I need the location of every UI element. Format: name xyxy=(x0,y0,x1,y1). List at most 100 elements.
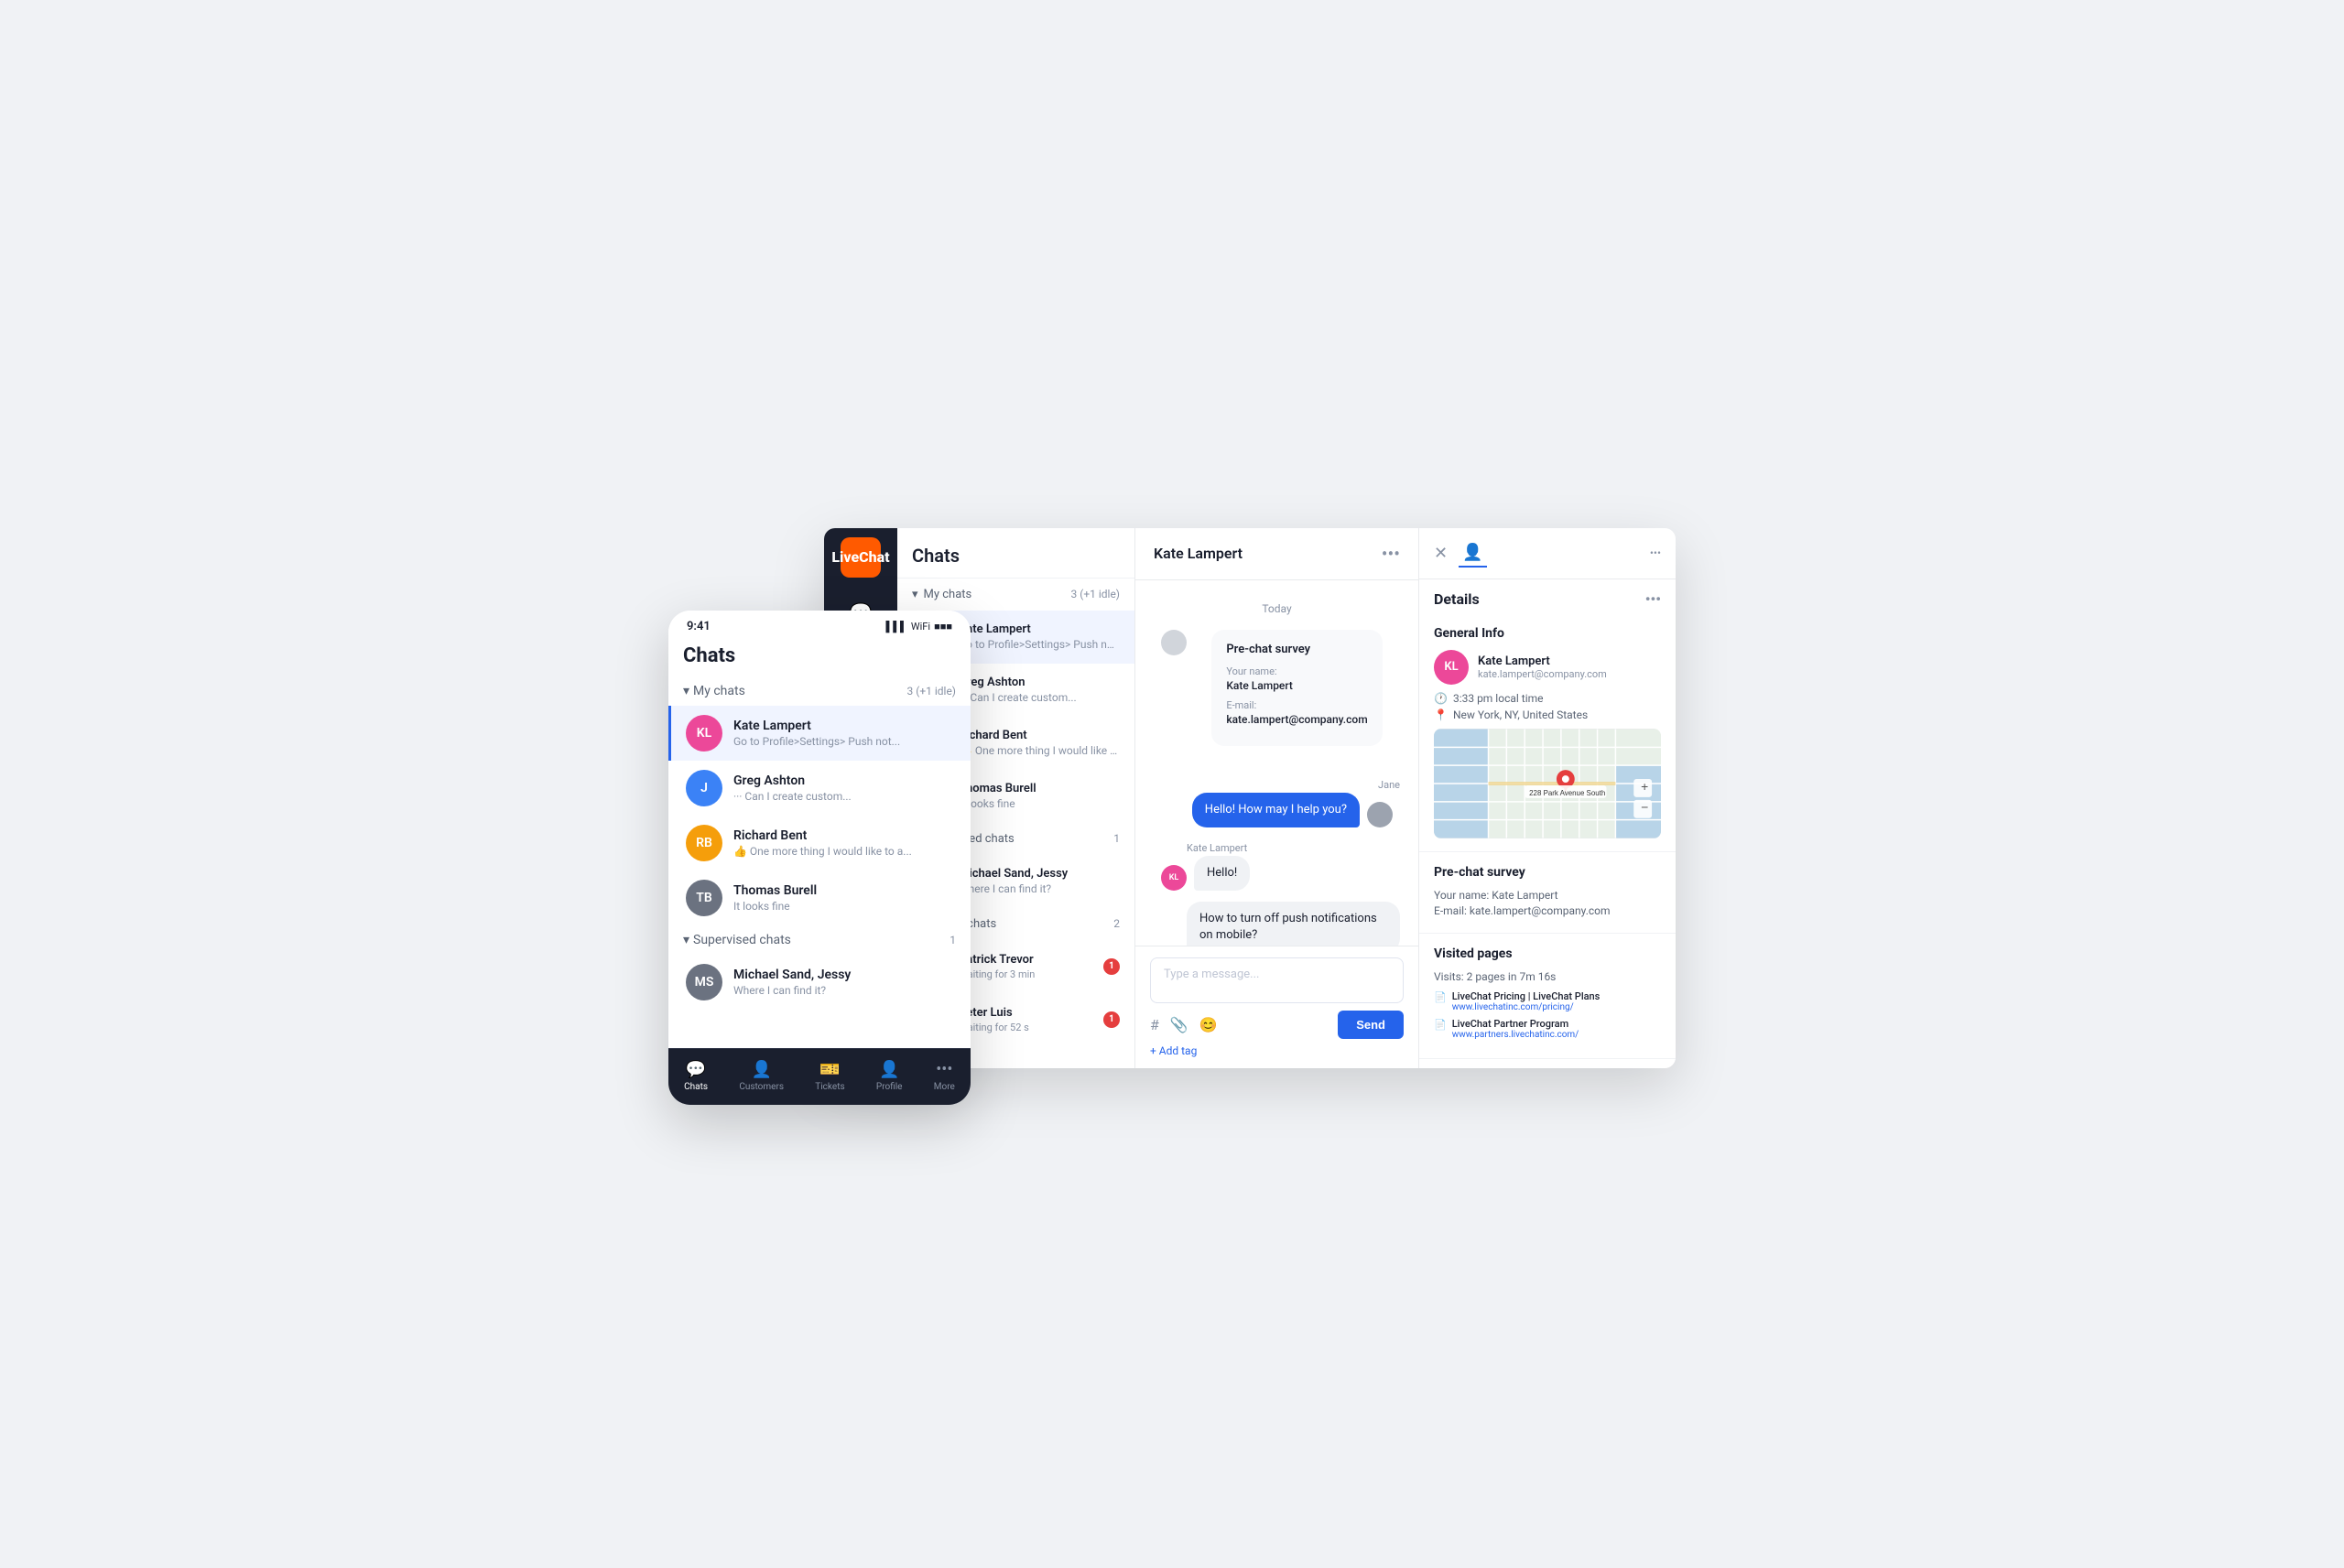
mobile-nav-profile[interactable]: 👤 Profile xyxy=(869,1056,910,1096)
mobile-profile-icon: 👤 xyxy=(879,1060,899,1079)
chat-name-kate: Kate Lampert xyxy=(959,622,1120,636)
map-container: 228 Park Avenue South + − xyxy=(1434,729,1661,838)
chat-preview-michael: Where I can find it? xyxy=(959,882,1120,895)
mobile-chat-preview-kate: Go to Profile>Settings> Push not... xyxy=(733,735,956,748)
chat-preview-richard: 👍 One more thing I would like to a... xyxy=(959,744,1120,757)
details-title: Details xyxy=(1434,590,1480,608)
attachment-icon[interactable]: 📎 xyxy=(1170,1016,1188,1033)
mobile-chats-icon: 💬 xyxy=(686,1060,706,1079)
mobile-chat-item-kate[interactable]: KL Kate Lampert Go to Profile>Settings> … xyxy=(668,706,971,761)
mobile-chat-name-kate: Kate Lampert xyxy=(733,719,956,733)
details-more-icon[interactable]: ••• xyxy=(1645,590,1661,608)
page-url-2[interactable]: www.partners.livechatinc.com/ xyxy=(1452,1030,1579,1040)
user-tab-icon[interactable]: 👤 xyxy=(1459,539,1486,568)
mobile-nav-more[interactable]: ••• More xyxy=(927,1056,962,1096)
general-info-name: Kate Lampert xyxy=(1478,654,1607,668)
visited-pages-title: Visited pages xyxy=(1434,946,1661,961)
visits-info: Visits: 2 pages in 7m 16s xyxy=(1434,970,1661,983)
chat-name-patrick: Patrick Trevor xyxy=(959,953,1103,967)
general-info-email: kate.lampert@company.com xyxy=(1478,668,1607,680)
survey-title: Pre-chat survey xyxy=(1226,643,1367,656)
chat-input-area: Type a message... # 📎 😊 Send + Add tag xyxy=(1135,946,1418,1068)
mobile-nav-tickets-label: Tickets xyxy=(815,1082,844,1092)
general-info-title: General Info xyxy=(1434,626,1661,641)
details-options[interactable]: ••• xyxy=(1650,546,1661,559)
msg-bubble-1: Hello! How may I help you? xyxy=(1192,793,1360,827)
my-chats-chevron: ▾ xyxy=(912,588,918,601)
msg-bubble-2: Hello! xyxy=(1194,856,1250,891)
survey-name-label: Your name: xyxy=(1226,665,1367,677)
hashtag-icon[interactable]: # xyxy=(1150,1016,1159,1033)
chat-preview-peter: Waiting for 52 s xyxy=(959,1022,1103,1033)
mobile-nav-tickets[interactable]: 🎫 Tickets xyxy=(808,1056,852,1096)
local-time-row: 🕐 3:33 pm local time xyxy=(1434,692,1661,705)
customer-avatar-1: KL xyxy=(1161,865,1187,891)
local-time-value: 3:33 pm local time xyxy=(1453,692,1544,705)
chat-main: Kate Lampert ••• Today Pre-chat survey Y… xyxy=(1135,528,1419,1068)
mobile-nav-chats[interactable]: 💬 Chats xyxy=(677,1056,715,1096)
send-button[interactable]: Send xyxy=(1338,1011,1404,1039)
mobile-time: 9:41 xyxy=(687,620,711,633)
chat-name-michael: Michael Sand, Jessy xyxy=(959,867,1120,881)
mobile-my-chats-count: 3 (+1 idle) xyxy=(906,685,956,697)
mobile-my-chats-label: My chats xyxy=(693,684,745,698)
mobile-status-bar: 9:41 ▌▌▌ WiFi ■■■ xyxy=(668,611,971,639)
agent-avatar-1 xyxy=(1367,802,1393,827)
prechat-name-label: Your name: xyxy=(1434,889,1492,902)
add-tag-link[interactable]: + Add tag xyxy=(1150,1044,1404,1057)
badge-peter: 1 xyxy=(1103,1011,1120,1028)
my-chats-label: My chats xyxy=(924,588,972,601)
chats-panel-title: Chats xyxy=(897,528,1134,579)
message-input[interactable]: Type a message... xyxy=(1150,957,1404,1003)
mobile-chats-title: Chats xyxy=(668,639,971,676)
message-row-2: KL Hello! xyxy=(1154,856,1400,891)
prechat-avatar xyxy=(1161,630,1187,655)
mobile-nav-customers[interactable]: 👤 Customers xyxy=(732,1056,791,1096)
mobile-supervised-header[interactable]: ▾ Supervised chats 1 xyxy=(668,925,971,955)
mobile-chat-preview-thomas: It looks fine xyxy=(733,900,956,913)
mobile-avatar-greg: J xyxy=(686,770,722,806)
chat-options-button[interactable]: ••• xyxy=(1382,543,1400,565)
scene: 9:41 ▌▌▌ WiFi ■■■ Chats ▾ My chats 3 (+1… xyxy=(668,501,1676,1068)
prechat-name-row: Your name: Kate Lampert xyxy=(1434,889,1661,902)
survey-card: Pre-chat survey Your name: Kate Lampert … xyxy=(1211,630,1382,746)
mobile-supervised-label: Supervised chats xyxy=(693,933,791,947)
page-icon-1: 📄 xyxy=(1434,991,1447,1003)
chat-name-thomas: Thomas Burell xyxy=(959,782,1120,795)
mobile-avatar-kate: KL xyxy=(686,715,722,752)
chat-header: Kate Lampert ••• xyxy=(1135,528,1418,580)
page-title-2: LiveChat Partner Program xyxy=(1452,1018,1579,1030)
chat-name-richard: Richard Bent xyxy=(959,729,1120,742)
location-value: New York, NY, United States xyxy=(1453,708,1588,721)
emoji-icon[interactable]: 😊 xyxy=(1199,1016,1218,1033)
app-logo: LiveChat xyxy=(841,537,881,578)
mobile-nav-chats-label: Chats xyxy=(684,1082,708,1092)
mobile-my-chats-header[interactable]: ▾ My chats 3 (+1 idle) xyxy=(668,676,971,706)
svg-text:−: − xyxy=(1641,799,1648,814)
svg-text:228 Park Avenue South: 228 Park Avenue South xyxy=(1529,788,1605,796)
mobile-chat-preview-greg: ··· Can I create custom... xyxy=(733,790,956,803)
badge-patrick: 1 xyxy=(1103,958,1120,975)
survey-email-label: E-mail: xyxy=(1226,699,1367,711)
mobile-signal-icons: ▌▌▌ WiFi ■■■ xyxy=(885,621,952,633)
mobile-chat-item-richard[interactable]: RB Richard Bent 👍 One more thing I would… xyxy=(668,816,971,871)
clock-icon: 🕐 xyxy=(1434,692,1448,705)
prechat-survey-message: Pre-chat survey Your name: Kate Lampert … xyxy=(1154,630,1400,764)
close-button[interactable]: ✕ xyxy=(1434,544,1448,563)
survey-email-value: kate.lampert@company.com xyxy=(1226,713,1367,726)
page-item-1: 📄 LiveChat Pricing | LiveChat Plans www.… xyxy=(1434,990,1661,1012)
svg-text:+: + xyxy=(1641,778,1648,793)
chat-contact-name: Kate Lampert xyxy=(1154,545,1243,562)
mobile-bottom-nav: 💬 Chats 👤 Customers 🎫 Tickets 👤 Profile … xyxy=(668,1048,971,1105)
mobile-chat-item-michael[interactable]: MS Michael Sand, Jessy Where I can find … xyxy=(668,955,971,1010)
mobile-chat-name-thomas: Thomas Burell xyxy=(733,883,956,898)
mobile-chat-item-greg[interactable]: J Greg Ashton ··· Can I create custom... xyxy=(668,761,971,816)
mobile-chat-item-thomas[interactable]: TB Thomas Burell It looks fine xyxy=(668,871,971,925)
message-group-2: Kate Lampert KL Hello! How to turn off p… xyxy=(1154,842,1400,946)
details-title-row: Details ••• xyxy=(1419,579,1676,613)
page-url-1[interactable]: www.livechatinc.com/pricing/ xyxy=(1452,1002,1601,1012)
mobile-supervised-count: 1 xyxy=(950,934,956,946)
mobile-avatar-richard: RB xyxy=(686,825,722,861)
my-chats-header[interactable]: ▾ My chats 3 (+1 idle) xyxy=(897,579,1134,611)
mobile-avatar-michael: MS xyxy=(686,964,722,1000)
